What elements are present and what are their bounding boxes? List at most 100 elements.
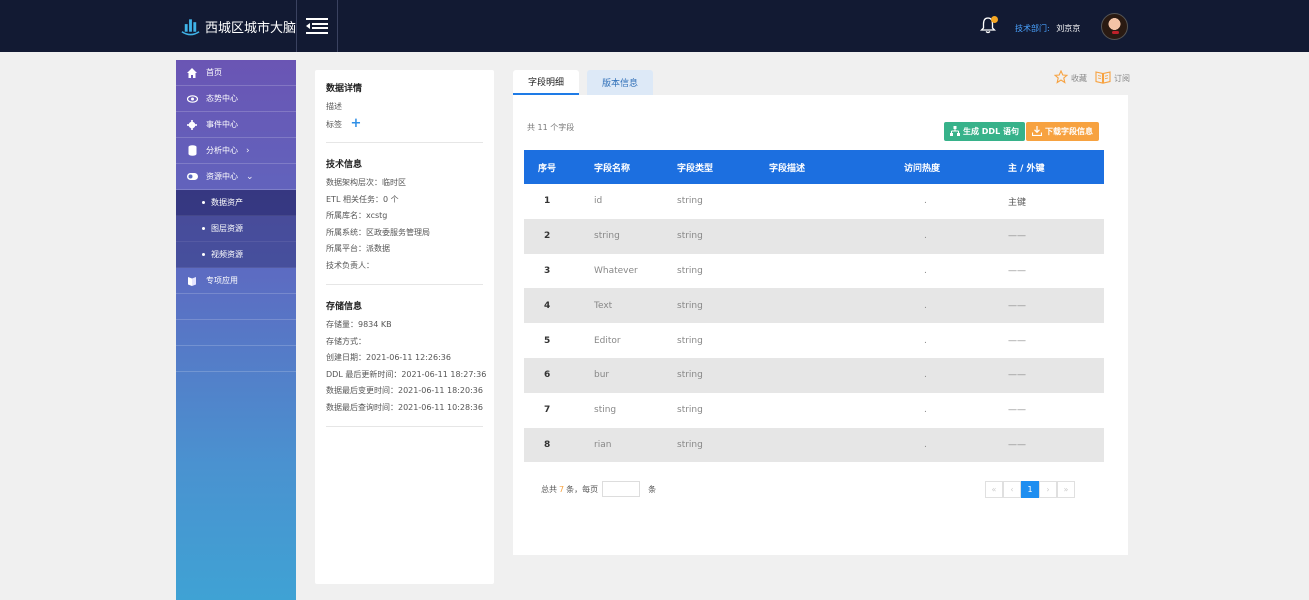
sidebar-item-label: 态势中心 [206,94,238,103]
page-button-current[interactable]: 1 [1021,481,1039,498]
column-header[interactable]: 字段名称 [594,150,677,184]
total-suffix: 条，每页 [566,484,599,494]
info-row: 存储量：9834 KB [326,320,392,329]
top-actions: 收藏 订阅 [1046,69,1130,86]
column-header[interactable]: 访问热度 [904,150,1008,184]
tech-info-section: 技术信息 数据架构层次：临时区 ETL 相关任务：0 个 所属库名：xcstg … [326,157,483,285]
toggle-icon [186,171,198,183]
favorite-button[interactable]: 收藏 [1053,69,1087,86]
table-row[interactable]: 8 rian string . —— [524,427,1104,463]
cell-key: —— [1008,405,1026,416]
sidebar-divider [176,294,296,320]
subscribe-button[interactable]: 订阅 [1095,70,1130,86]
city-logo-icon [181,19,200,36]
tab-field-detail[interactable]: 字段明细 [513,70,580,95]
button-label: 下载字段信息 [1045,127,1093,136]
info-row: 技术负责人： [326,260,374,270]
bullet-icon [202,201,205,204]
sidebar-subitem-layer-resources[interactable]: 图层资源 [176,216,296,242]
cell-heat: . [924,231,927,242]
cell-desc [769,358,904,393]
cell-no: 1 [544,196,551,207]
app-title: 西城区城市大脑 [204,20,296,36]
cell-name: sting [594,405,617,416]
add-tag-button[interactable]: + [351,116,362,131]
download-fields-button[interactable]: 下载字段信息 [1026,122,1099,141]
cell-no: 2 [544,231,551,242]
cell-name: string [594,231,620,242]
table-row[interactable]: 4 Text string . —— [524,288,1104,324]
cell-desc [769,393,904,428]
bullet-icon [202,227,205,230]
sidebar-item-label: 事件中心 [206,120,238,129]
avatar[interactable] [1101,13,1128,40]
cell-type: string [677,370,703,381]
cell-desc [769,323,904,358]
menu-toggle-button[interactable] [296,0,338,52]
data-detail-section: 数据详情 描述 标签 + [326,81,483,143]
sidebar-subitem-data-assets[interactable]: 数据资产 [176,190,296,216]
cell-heat: . [924,265,927,276]
button-label: 生成 DDL 语句 [963,127,1019,136]
sidebar-subitem-label: 数据资产 [211,198,243,207]
total-count: 7 [559,484,565,494]
cell-key: —— [1008,300,1026,311]
tab-version-info[interactable]: 版本信息 [587,70,654,95]
cell-no: 7 [544,405,551,416]
eye-icon [186,93,198,105]
column-header[interactable]: 字段描述 [769,150,904,184]
last-page-button[interactable]: » [1057,481,1075,498]
pagination-summary: 总共 7 条，每页 条 [541,481,656,497]
tab-bar: 字段明细 版本信息 [513,70,654,96]
page-size-select[interactable] [602,481,641,497]
column-header[interactable]: 主 / 外键 [1008,150,1104,184]
column-header[interactable]: 序号 [524,150,594,184]
gear-icon [186,119,198,131]
cell-no: 5 [544,335,551,346]
section-title: 数据详情 [326,84,363,94]
sidebar-subitem-video-resources[interactable]: 视频资源 [176,242,296,268]
table-row[interactable]: 5 Editor string . —— [524,323,1104,358]
home-icon [186,67,198,79]
info-row: 存储方式： [326,336,366,346]
table-row[interactable]: 6 bur string . —— [524,357,1104,393]
cell-name: Text [594,300,613,311]
sidebar-item-analysis[interactable]: 分析中心 › [176,138,296,164]
sidebar-item-special-apps[interactable]: 专项应用 [176,268,296,294]
pagination: « ‹ 1 › » [985,481,1075,498]
table-row[interactable]: 1 id string . 主键 [524,184,1104,219]
section-title: 存储信息 [326,302,363,312]
notification-dot [991,16,998,23]
cell-type: string [677,231,703,242]
sidebar-item-resources[interactable]: 资源中心 ⌄ [176,164,296,190]
sidebar-item-situation[interactable]: 态势中心 [176,86,296,112]
sidebar-divider [176,346,296,372]
table-row[interactable]: 3 Whatever string . —— [524,254,1104,289]
cell-desc [769,254,904,289]
info-row: 所属系统：区政委服务管理局 [326,227,430,237]
first-page-button[interactable]: « [985,481,1003,498]
table-row[interactable]: 2 string string . —— [524,218,1104,254]
info-row: 数据最后查询时间：2021-06-11 10:28:36 [326,402,483,412]
hierarchy-icon [950,125,960,138]
brand[interactable]: 西城区城市大脑 [176,0,296,52]
top-bar: 西城区城市大脑 技术部门: 刘京京 [0,0,1309,52]
sidebar-item-home[interactable]: 首页 [176,60,296,86]
dept-label: 技术部门: [1015,24,1050,33]
sidebar-item-events[interactable]: 事件中心 [176,112,296,138]
user-name: 刘京京 [1056,24,1081,33]
column-header[interactable]: 字段类型 [677,150,769,184]
cell-type: string [677,405,703,416]
cell-no: 8 [544,439,551,450]
table-row[interactable]: 7 sting string . —— [524,393,1104,428]
sidebar: 首页 态势中心 事件中心 分析中心 › 资源中心 ⌄ 数据资产 图层资源 视频资… [176,60,296,600]
cell-name: bur [594,370,610,381]
next-page-button[interactable]: › [1039,481,1057,498]
cell-heat: . [924,405,927,416]
prev-page-button[interactable]: ‹ [1003,481,1021,498]
storage-info-section: 存储信息 存储量：9834 KB 存储方式： 创建日期：2021-06-11 1… [326,299,486,427]
notification-button[interactable] [979,16,998,36]
field-count: 共 11 个字段 [527,123,575,132]
subscribe-label: 订阅 [1114,73,1130,83]
generate-ddl-button[interactable]: 生成 DDL 语句 [944,122,1025,141]
